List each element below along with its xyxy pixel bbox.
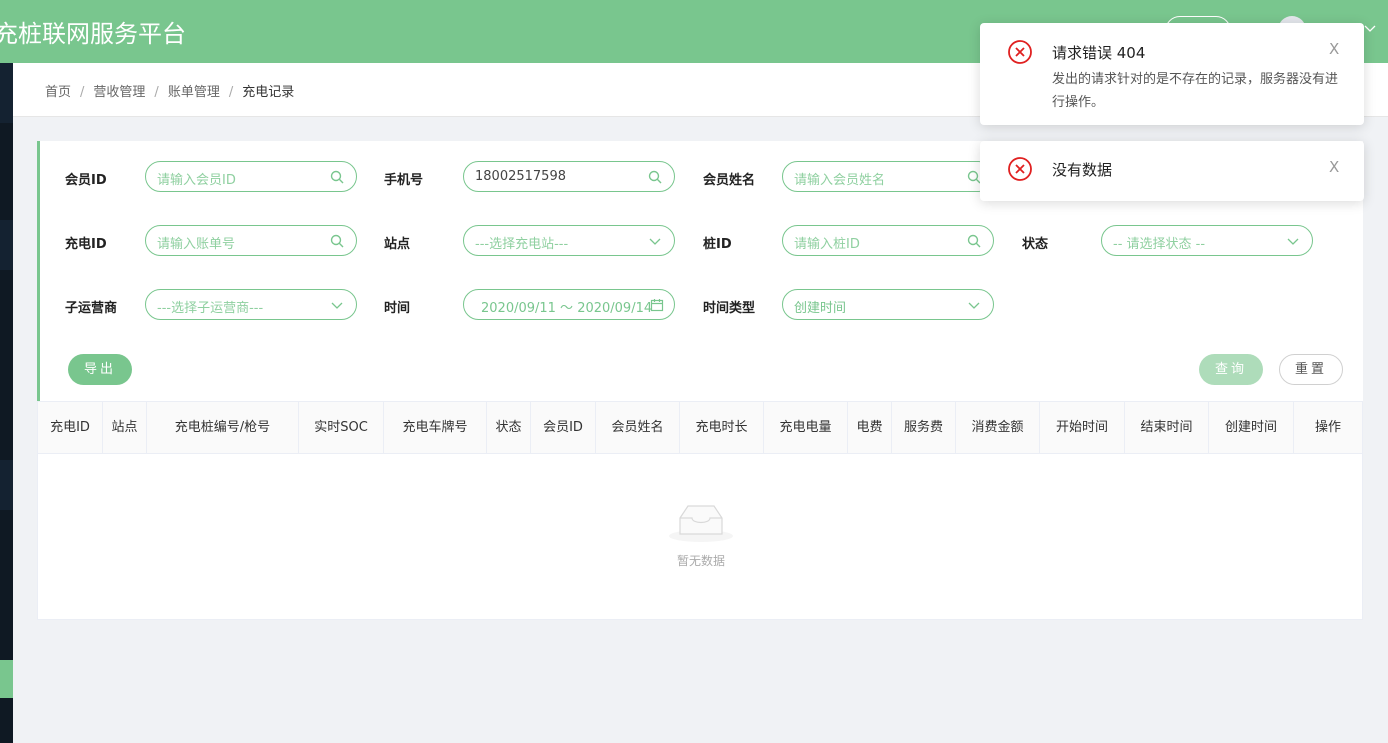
column-header: 开始时间 <box>1040 402 1125 454</box>
notification-no-data: 没有数据 X <box>980 141 1364 201</box>
member-name-input[interactable]: 请输入会员姓名 <box>782 161 994 192</box>
notification-title: 请求错误 404 <box>1052 44 1146 62</box>
sidebar <box>0 0 13 743</box>
member-id-input[interactable]: 请输入会员ID <box>145 161 357 192</box>
empty-inbox-icon <box>669 505 733 542</box>
reset-button[interactable]: 重置 <box>1279 354 1343 385</box>
sidebar-item-active[interactable] <box>0 660 13 698</box>
chevron-down-icon <box>649 238 661 245</box>
date-range-picker[interactable]: 2020/09/11 ～ 2020/09/14 <box>463 289 675 320</box>
breadcrumb-bills[interactable]: 账单管理 <box>168 85 220 100</box>
time-label: 时间 <box>384 301 411 316</box>
column-header: 充电时长 <box>680 402 764 454</box>
charge-records-table: 充电ID 站点 充电桩编号/枪号 实时SOC 充电车牌号 状态 会员ID 会员姓… <box>37 401 1363 620</box>
column-header: 充电桩编号/枪号 <box>147 402 299 454</box>
breadcrumb-current: 充电记录 <box>242 85 295 100</box>
date-range-value: 2020/09/11 ～ 2020/09/14 <box>481 301 653 316</box>
status-placeholder: -- 请选择状态 -- <box>1113 237 1206 252</box>
notification-error-404: 请求错误 404 发出的请求针对的是不存在的记录，服务器没有进行操作。 X <box>980 23 1364 125</box>
search-icon[interactable] <box>967 170 981 184</box>
breadcrumb-home[interactable]: 首页 <box>45 85 71 100</box>
breadcrumb-revenue[interactable]: 营收管理 <box>93 85 145 100</box>
notification-title: 没有数据 <box>1052 161 1113 179</box>
sidebar-item[interactable] <box>0 460 13 510</box>
charge-id-label: 充电ID <box>65 237 107 252</box>
column-header: 操作 <box>1314 420 1341 435</box>
column-header: 状态 <box>487 402 531 454</box>
time-type-value: 创建时间 <box>794 301 847 316</box>
station-placeholder: ---选择充电站--- <box>475 237 569 252</box>
charge-id-input[interactable]: 请输入账单号 <box>145 225 357 256</box>
breadcrumb-separator: / <box>228 85 234 100</box>
export-button[interactable]: 导出 <box>68 354 132 385</box>
status-select[interactable]: -- 请选择状态 -- <box>1101 225 1313 256</box>
search-icon[interactable] <box>330 234 344 248</box>
sub-operator-placeholder: ---选择子运营商--- <box>157 301 264 316</box>
column-header: 创建时间 <box>1209 402 1294 454</box>
chevron-down-icon[interactable] <box>1364 22 1376 36</box>
table-header: 充电ID 站点 充电桩编号/枪号 实时SOC 充电车牌号 状态 会员ID 会员姓… <box>38 402 1362 454</box>
column-header: 实时SOC <box>299 402 384 454</box>
phone-input[interactable]: 18002517598 <box>463 161 675 192</box>
column-header: 充电车牌号 <box>384 402 487 454</box>
member-name-placeholder: 请输入会员姓名 <box>794 173 886 188</box>
sidebar-item[interactable] <box>0 220 13 270</box>
phone-value: 18002517598 <box>475 169 566 184</box>
member-id-placeholder: 请输入会员ID <box>157 173 236 188</box>
column-header: 充电ID <box>38 402 103 454</box>
app-title: 充桩联网服务平台 <box>0 20 186 48</box>
breadcrumb-separator: / <box>154 85 159 100</box>
pile-id-label: 桩ID <box>703 237 732 252</box>
close-icon[interactable]: X <box>1329 158 1339 176</box>
sidebar-item[interactable] <box>0 63 13 123</box>
column-header: 电费 <box>848 402 892 454</box>
member-id-label: 会员ID <box>65 173 107 188</box>
column-header: 站点 <box>103 402 147 454</box>
column-header: 会员姓名 <box>596 402 680 454</box>
chevron-down-icon <box>1287 238 1299 245</box>
breadcrumb-separator: / <box>80 85 85 100</box>
query-button[interactable]: 查询 <box>1199 354 1263 385</box>
time-type-select[interactable]: 创建时间 <box>782 289 994 320</box>
pile-id-placeholder: 请输入桩ID <box>794 237 860 252</box>
chevron-down-icon <box>331 302 343 309</box>
column-header: 会员ID <box>531 402 596 454</box>
member-name-label: 会员姓名 <box>703 173 756 188</box>
search-icon[interactable] <box>967 234 981 248</box>
sub-operator-label: 子运营商 <box>65 301 118 316</box>
empty-text: 暂无数据 <box>676 554 725 568</box>
search-icon[interactable] <box>648 170 662 184</box>
error-circle-icon <box>1008 40 1032 64</box>
error-circle-icon <box>1008 157 1032 181</box>
phone-label: 手机号 <box>384 173 424 188</box>
time-type-label: 时间类型 <box>703 301 756 316</box>
station-select[interactable]: ---选择充电站--- <box>463 225 675 256</box>
search-icon[interactable] <box>330 170 344 184</box>
station-label: 站点 <box>384 237 411 252</box>
column-header: 消费金额 <box>956 402 1040 454</box>
close-icon[interactable]: X <box>1329 40 1339 58</box>
notification-body: 发出的请求针对的是不存在的记录，服务器没有进行操作。 <box>1052 72 1339 110</box>
status-label: 状态 <box>1022 237 1049 252</box>
column-header: 充电电量 <box>764 402 848 454</box>
sub-operator-select[interactable]: ---选择子运营商--- <box>145 289 357 320</box>
pile-id-input[interactable]: 请输入桩ID <box>782 225 994 256</box>
chevron-down-icon <box>968 302 980 309</box>
charge-id-placeholder: 请输入账单号 <box>157 237 236 252</box>
column-header: 结束时间 <box>1125 402 1209 454</box>
breadcrumb: 首页 / 营收管理 / 账单管理 / 充电记录 <box>45 81 294 100</box>
column-header: 服务费 <box>892 402 956 454</box>
calendar-icon <box>650 299 664 312</box>
